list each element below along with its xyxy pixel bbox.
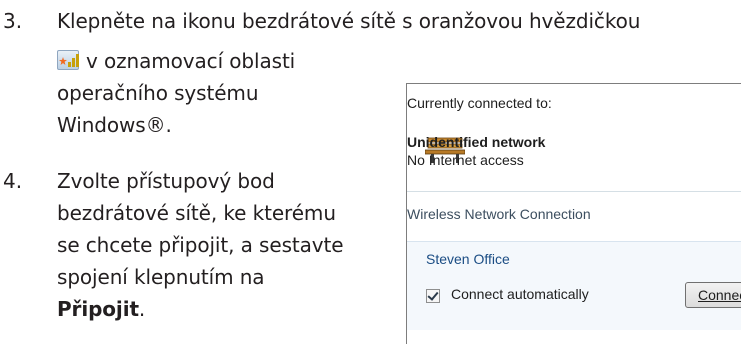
step-4-number: 4. <box>3 169 23 193</box>
step-4-period: . <box>138 297 146 321</box>
connect-button[interactable]: Connect <box>685 282 741 308</box>
network-name: Unidentified network <box>407 134 546 150</box>
network-list-item-selected[interactable]: Steven Office Connect automatically Conn… <box>407 241 741 330</box>
network-flyout-panel: Currently connected to: Unidentified net… <box>406 83 741 344</box>
network-status: No Internet access <box>407 152 524 168</box>
step-4-line-5: Připojit. <box>57 293 145 325</box>
connect-automatically-label[interactable]: Connect automatically <box>451 286 589 302</box>
step-4-line-4: spojení klepnutím na <box>57 265 265 289</box>
step-4-line-2: bezdrátové sítě, ke kterému <box>57 201 336 225</box>
step-3-line-1: Klepněte na ikonu bezdrátové sítě s oran… <box>57 9 641 33</box>
step-3-line-2-text: v oznamovací oblasti <box>86 49 296 73</box>
step-3-line-2: v oznamovací oblasti <box>57 45 295 77</box>
connect-keyword: Připojit <box>57 297 139 321</box>
step-4-line-3: se chcete připojit, a sestavte <box>57 233 344 257</box>
step-4-line-1: Zvolte přístupový bod <box>57 169 275 193</box>
step-3-number: 3. <box>3 9 23 33</box>
step-3-line-3: operačního systému <box>57 81 259 105</box>
divider <box>407 191 741 192</box>
section-title: Wireless Network Connection <box>407 206 591 222</box>
connect-automatically-checkbox[interactable] <box>426 289 440 303</box>
step-3-line-4: Windows®. <box>57 113 172 137</box>
currently-connected-label: Currently connected to: <box>407 95 552 111</box>
network-ssid-label[interactable]: Steven Office <box>426 251 510 267</box>
wireless-network-orange-star-icon <box>57 50 79 70</box>
